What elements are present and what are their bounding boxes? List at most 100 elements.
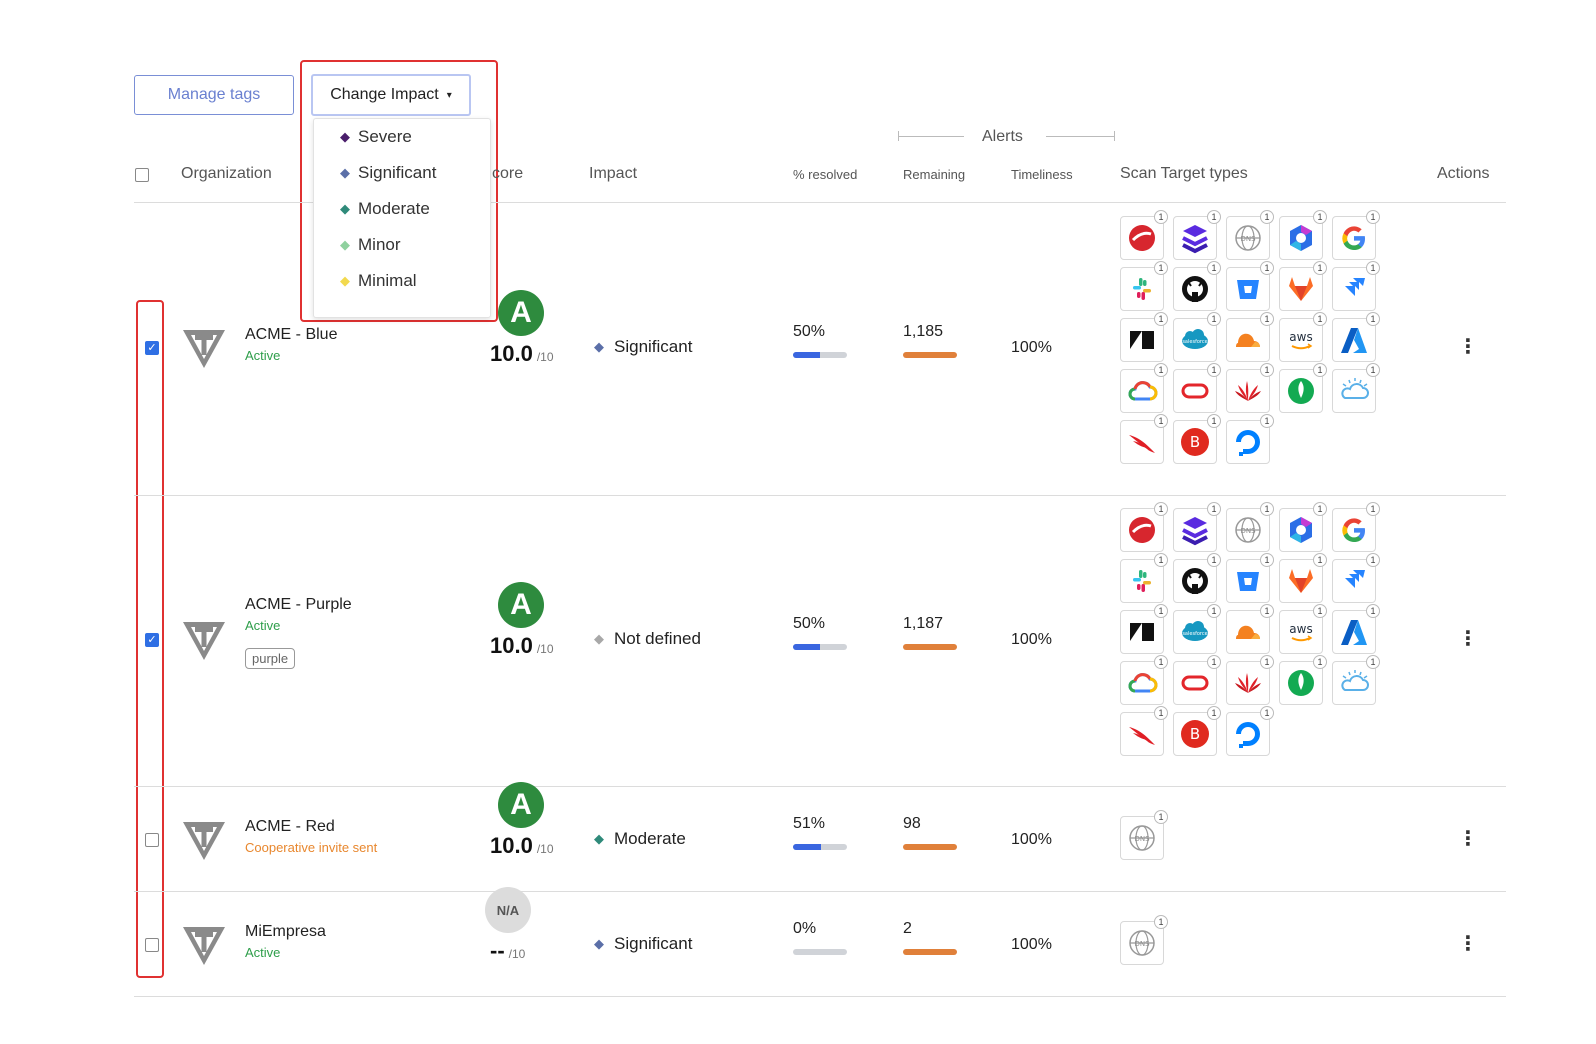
header-score[interactable]: core — [492, 165, 523, 183]
manage-tags-button[interactable]: Manage tags — [134, 75, 294, 115]
impact-value[interactable]: ◆ Significant — [594, 934, 692, 954]
github-target-tile[interactable]: 1 — [1173, 553, 1221, 603]
github-target-tile[interactable]: 1 — [1173, 261, 1221, 311]
impact-dropdown-menu: ◆ Severe ◆ Significant ◆ Moderate ◆ Minor ◆ M… — [313, 118, 491, 318]
digitalocean-target-tile[interactable]: 1 — [1226, 706, 1274, 756]
google-cloud-target-tile[interactable]: 1 — [1120, 655, 1168, 705]
count-badge: 1 — [1313, 604, 1327, 618]
google-icon — [1342, 226, 1365, 251]
google-target-tile[interactable]: 1 — [1332, 502, 1380, 552]
more-actions-icon[interactable]: ⋮ — [1458, 931, 1478, 956]
score-number: -- — [490, 938, 505, 963]
huawei-target-tile[interactable]: 1 — [1226, 655, 1274, 705]
menu-item-minimal[interactable]: ◆ Minimal — [314, 263, 490, 299]
cloudflare-target-tile[interactable]: 1 — [1226, 312, 1274, 362]
menu-item-severe[interactable]: ◆ Severe — [314, 119, 490, 155]
ibm-cloud-target-tile[interactable]: 1 — [1332, 655, 1380, 705]
zendesk-target-tile[interactable]: 1 — [1120, 604, 1168, 654]
microsoft-365-target-tile[interactable]: 1 — [1279, 210, 1327, 260]
bitbucket-icon — [1237, 572, 1259, 591]
dns-globe-icon: DNS — [1129, 930, 1155, 956]
impact-value[interactable]: ◆ Moderate — [594, 829, 686, 849]
salesforce-target-tile[interactable]: salesforce 1 — [1173, 604, 1221, 654]
slack-target-tile[interactable]: 1 — [1120, 261, 1168, 311]
aws-target-tile[interactable]: aws 1 — [1279, 604, 1327, 654]
org-name-link[interactable]: MiEmpresa — [245, 923, 326, 941]
count-badge: 1 — [1154, 915, 1168, 929]
header-organization[interactable]: Organization — [181, 165, 272, 183]
org-name-link[interactable]: ACME - Purple — [245, 596, 352, 614]
stack-icon — [1182, 517, 1208, 546]
org-status-text: Active — [245, 348, 281, 363]
header-timeliness[interactable]: Timeliness — [1011, 167, 1073, 182]
oracle-icon — [1181, 383, 1209, 399]
more-actions-icon[interactable]: ⋮ — [1458, 334, 1478, 359]
b-target-tile[interactable]: B1 — [1173, 414, 1221, 464]
svg-text:DNS: DNS — [1240, 527, 1256, 535]
microsoft-365-target-tile[interactable]: 1 — [1279, 502, 1327, 552]
row-select-checkbox[interactable] — [145, 938, 159, 952]
b-target-tile[interactable]: B1 — [1173, 706, 1221, 756]
oracle-target-tile[interactable]: 1 — [1173, 655, 1221, 705]
stack-target-tile[interactable]: 1 — [1173, 210, 1221, 260]
row-select-checkbox[interactable] — [145, 341, 159, 355]
row-divider — [134, 495, 1506, 496]
gitlab-target-tile[interactable]: 1 — [1279, 553, 1327, 603]
more-actions-icon[interactable]: ⋮ — [1458, 626, 1478, 651]
change-impact-button[interactable]: Change Impact ▾ — [311, 74, 471, 116]
impact-value[interactable]: ◆ Significant — [594, 337, 692, 357]
header-resolved[interactable]: % resolved — [793, 167, 857, 182]
azure-target-tile[interactable]: 1 — [1332, 604, 1380, 654]
google-target-tile[interactable]: 1 — [1332, 210, 1380, 260]
azure-target-tile[interactable]: 1 — [1332, 312, 1380, 362]
stack-target-tile[interactable]: 1 — [1173, 502, 1221, 552]
count-badge: 1 — [1366, 363, 1380, 377]
huawei-target-tile[interactable]: 1 — [1226, 363, 1274, 413]
grade-badge: A — [498, 782, 544, 828]
count-badge: 1 — [1313, 312, 1327, 326]
google-cloud-target-tile[interactable]: 1 — [1120, 363, 1168, 413]
select-all-checkbox[interactable] — [135, 168, 149, 182]
bitbucket-target-tile[interactable]: 1 — [1226, 553, 1274, 603]
salesforce-target-tile[interactable]: salesforce 1 — [1173, 312, 1221, 362]
aws-target-tile[interactable]: aws 1 — [1279, 312, 1327, 362]
dns-globe-target-tile[interactable]: DNS 1 — [1120, 915, 1168, 965]
ibm-cloud-target-tile[interactable]: 1 — [1332, 363, 1380, 413]
svg-text:salesforce: salesforce — [1182, 631, 1207, 637]
oracle-icon — [1181, 675, 1209, 691]
dns-globe-target-tile[interactable]: DNS 1 — [1226, 502, 1274, 552]
mongodb-target-tile[interactable]: 1 — [1279, 655, 1327, 705]
dns-globe-target-tile[interactable]: DNS 1 — [1120, 810, 1168, 860]
gitlab-target-tile[interactable]: 1 — [1279, 261, 1327, 311]
timeliness-value: 100% — [1011, 936, 1052, 953]
header-remaining[interactable]: Remaining — [903, 167, 965, 182]
count-badge: 1 — [1154, 810, 1168, 824]
scan-target-icons: 1 1 DNS 1 1 1 1 1 1 1 1 1 salesforce 1 1 aws 1 1 1 1 1 1 1 1 B 1 1 — [1120, 210, 1385, 464]
trend-micro-target-tile[interactable]: 1 — [1120, 502, 1168, 552]
remaining-bar — [903, 844, 957, 850]
more-actions-icon[interactable]: ⋮ — [1458, 826, 1478, 851]
oracle-target-tile[interactable]: 1 — [1173, 363, 1221, 413]
mongodb-target-tile[interactable]: 1 — [1279, 363, 1327, 413]
org-name-link[interactable]: ACME - Blue — [245, 326, 337, 344]
impact-value[interactable]: ◆ Not defined — [594, 629, 701, 649]
zendesk-target-tile[interactable]: 1 — [1120, 312, 1168, 362]
row-select-checkbox[interactable] — [145, 833, 159, 847]
menu-item-minor[interactable]: ◆ Minor — [314, 227, 490, 263]
row-select-checkbox[interactable] — [145, 633, 159, 647]
bitbucket-target-tile[interactable]: 1 — [1226, 261, 1274, 311]
slack-target-tile[interactable]: 1 — [1120, 553, 1168, 603]
crowdstrike-target-tile[interactable]: 1 — [1120, 414, 1168, 464]
jira-target-tile[interactable]: 1 — [1332, 261, 1380, 311]
cloudflare-target-tile[interactable]: 1 — [1226, 604, 1274, 654]
digitalocean-target-tile[interactable]: 1 — [1226, 414, 1274, 464]
trend-micro-target-tile[interactable]: 1 — [1120, 210, 1168, 260]
org-name-link[interactable]: ACME - Red — [245, 818, 335, 836]
dns-globe-target-tile[interactable]: DNS 1 — [1226, 210, 1274, 260]
header-impact[interactable]: Impact — [589, 165, 637, 183]
menu-item-moderate[interactable]: ◆ Moderate — [314, 191, 490, 227]
row-divider — [134, 786, 1506, 787]
menu-item-significant[interactable]: ◆ Significant — [314, 155, 490, 191]
jira-target-tile[interactable]: 1 — [1332, 553, 1380, 603]
crowdstrike-target-tile[interactable]: 1 — [1120, 706, 1168, 756]
